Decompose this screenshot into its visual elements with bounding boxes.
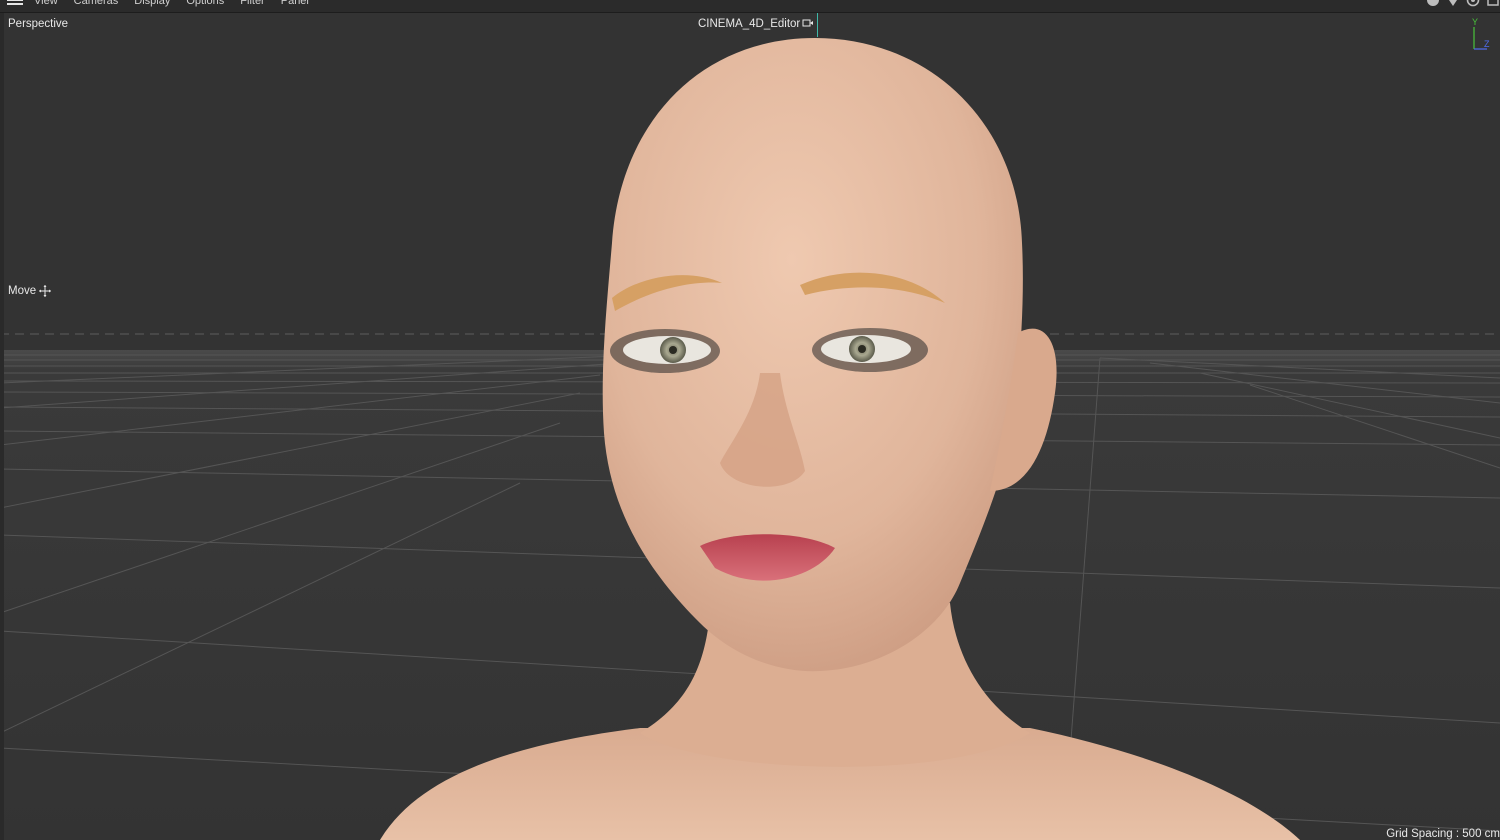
menu-display[interactable]: Display (134, 0, 170, 8)
axis-gizmo: Y Z (1472, 17, 1490, 50)
view-name-label[interactable]: Perspective (8, 18, 68, 30)
active-tool-label: Move (8, 285, 52, 297)
right-eye (812, 328, 928, 372)
viewport-menu-bar: View Cameras Display Options Filter Pane… (0, 0, 1500, 13)
camera-marker (817, 13, 818, 37)
camera-icon (802, 19, 814, 27)
axis-y-label: Y (1472, 17, 1478, 27)
hamburger-menu-icon[interactable] (7, 0, 23, 8)
active-tool-text: Move (8, 285, 37, 297)
axis-z-label: Z (1484, 39, 1490, 49)
left-eye (610, 329, 720, 373)
menu-filter[interactable]: Filter (240, 0, 264, 8)
menu-cameras[interactable]: Cameras (74, 0, 119, 8)
menu-options[interactable]: Options (186, 0, 224, 8)
dolly-view-icon[interactable] (1446, 0, 1460, 7)
viewport-scene (0, 38, 1500, 840)
camera-name-label[interactable]: CINEMA_4D_Editor (698, 18, 814, 30)
toggle-panel-icon[interactable] (1486, 0, 1500, 7)
menu-items: View Cameras Display Options Filter Pane… (34, 0, 309, 8)
move-cross-icon (39, 285, 52, 297)
3d-viewport[interactable] (0, 13, 1500, 840)
rotate-view-icon[interactable] (1466, 0, 1480, 7)
viewport-left-border (0, 13, 4, 840)
menu-panel[interactable]: Panel (281, 0, 309, 8)
camera-name-text: CINEMA_4D_Editor (698, 18, 801, 30)
menu-view[interactable]: View (34, 0, 58, 8)
view-navigation-icons (1426, 0, 1500, 7)
grid-spacing-label: Grid Spacing : 500 cm (1386, 828, 1500, 840)
pan-view-icon[interactable] (1426, 0, 1440, 7)
